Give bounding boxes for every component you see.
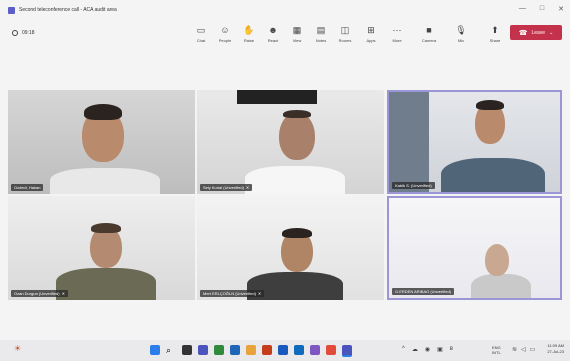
network-icon[interactable]: ◉: [425, 346, 430, 353]
teams-icon[interactable]: [198, 345, 208, 355]
raise-hand-icon: ✋: [243, 25, 255, 35]
quick-settings[interactable]: ≋ ◁ ▭: [512, 346, 535, 353]
title-bar: Second teleconference call - ACA audit a…: [0, 0, 570, 20]
participant-video: [245, 166, 345, 194]
more-icon: ⋯: [392, 25, 402, 35]
chevron-down-icon: ⌄: [549, 29, 554, 36]
wifi-icon: ≋: [512, 347, 518, 353]
teams-logo-icon: [8, 6, 15, 14]
battery-icon: ▭: [529, 347, 536, 353]
participant-tile[interactable]: Ozan Durgun (Unverified) ✕: [8, 196, 195, 300]
security-icon[interactable]: ▣: [437, 346, 443, 353]
rooms-button[interactable]: ◫ Rooms: [334, 24, 356, 43]
maximize-button[interactable]: □: [540, 5, 544, 13]
participant-tile[interactable]: Kabik S. (Unverified): [387, 90, 562, 194]
meeting-timer: 09:18: [12, 30, 35, 36]
window-controls: — □ ✕: [519, 5, 564, 13]
file-explorer-icon[interactable]: [246, 345, 256, 355]
chevron-up-icon[interactable]: ^: [402, 346, 405, 353]
shield-icon: [12, 30, 18, 36]
participant-name-tag: Ozan Durgun (Unverified) ✕: [11, 290, 68, 297]
mic-icon: 🎙: [455, 25, 467, 35]
language-indicator[interactable]: ENG INTL: [492, 345, 501, 355]
notes-button[interactable]: ▤ Notes: [310, 24, 332, 43]
people-icon: ☺: [220, 25, 230, 35]
participant-name-tag: Ozdedi, Hakan: [11, 184, 44, 191]
search-icon[interactable]: ⌕: [166, 345, 176, 355]
start-icon[interactable]: [150, 345, 160, 355]
video-stage: Ozdedi, Hakan Sely Kurial (Unverified) ✕…: [0, 50, 570, 340]
participant-tile[interactable]: G.ERDEN ARIBAO (Unverified): [387, 196, 562, 300]
phone-hangup-icon: ☎: [518, 29, 528, 37]
share-icon: ⬆: [491, 25, 499, 35]
excel-icon[interactable]: [214, 345, 224, 355]
share-button[interactable]: ⬆ Share: [484, 24, 506, 43]
teams-active-icon[interactable]: [342, 345, 352, 357]
raise-hand-button[interactable]: ✋ Raise: [238, 24, 260, 43]
onedrive-icon[interactable]: ☁: [412, 346, 418, 353]
system-tray: ^ ☁ ◉ ▣ ʙ: [402, 346, 453, 353]
bluetooth-icon[interactable]: ʙ: [450, 346, 453, 353]
participant-video: [50, 168, 160, 194]
mic-off-icon: ✕: [245, 185, 250, 190]
participant-name-tag: Sely Kurial (Unverified) ✕: [200, 184, 253, 191]
camera-button[interactable]: ■ Camera: [418, 24, 440, 43]
participant-video: [441, 158, 545, 192]
leave-label: Leave: [531, 29, 546, 36]
powerpoint-icon[interactable]: [262, 345, 272, 355]
timer-text: 09:18: [22, 30, 35, 36]
chrome-icon[interactable]: [326, 345, 336, 355]
participant-tile[interactable]: Mert ERLÇOĞLN (Unverified) ✕: [197, 196, 384, 300]
minimize-button[interactable]: —: [519, 5, 526, 13]
chat-button[interactable]: ▭ Chat: [190, 24, 212, 43]
camera-icon: ■: [426, 25, 432, 35]
close-button[interactable]: ✕: [558, 5, 564, 13]
volume-icon: ◁: [521, 347, 526, 353]
mic-off-icon: ✕: [61, 291, 65, 296]
view-button[interactable]: ▦ View: [286, 24, 308, 43]
mic-button[interactable]: 🎙 Mic: [450, 24, 472, 43]
meeting-toolbar: 09:18 ▭ Chat ☺ People ✋ Raise ☻ React ▦ …: [0, 20, 570, 50]
participant-name-tag: G.ERDEN ARIBAO (Unverified): [392, 288, 455, 295]
apps-button[interactable]: ⊞ Apps: [360, 24, 382, 43]
windows-taskbar: ☀ ⌕ ^ ☁ ◉ ▣ ʙ ENG INTL ≋ ◁ ▭ 11:09 AM 27…: [0, 340, 570, 361]
participant-video: [471, 274, 531, 298]
more-button[interactable]: ⋯ More: [386, 24, 408, 43]
apps-icon: ⊞: [367, 25, 375, 35]
participant-video: [56, 268, 156, 300]
word-icon[interactable]: [278, 345, 288, 355]
participant-tile[interactable]: Sely Kurial (Unverified) ✕: [197, 90, 384, 194]
participant-name-tag: Kabik S. (Unverified): [392, 182, 435, 189]
window-title: Second teleconference call - ACA audit a…: [19, 7, 117, 13]
react-icon: ☻: [268, 25, 278, 35]
rooms-icon: ◫: [340, 25, 350, 35]
leave-button[interactable]: ☎ Leave ⌄: [510, 25, 562, 40]
participant-tile[interactable]: Ozdedi, Hakan: [8, 90, 195, 194]
mic-off-icon: ✕: [257, 291, 262, 296]
react-button[interactable]: ☻ React: [262, 24, 284, 43]
chat-icon: ▭: [196, 25, 206, 35]
people-button[interactable]: ☺ People: [214, 24, 236, 43]
participant-name-tag: Mert ERLÇOĞLN (Unverified) ✕: [200, 290, 265, 297]
clock[interactable]: 11:09 AM 27-Jul-23: [547, 343, 564, 355]
view-icon: ▦: [292, 25, 302, 35]
notes-icon: ▤: [316, 25, 326, 35]
edge-icon[interactable]: [230, 345, 240, 355]
outlook-icon[interactable]: [294, 345, 304, 355]
task-view-icon[interactable]: [182, 345, 192, 355]
onenote-icon[interactable]: [310, 345, 320, 355]
weather-icon[interactable]: ☀: [14, 344, 21, 353]
